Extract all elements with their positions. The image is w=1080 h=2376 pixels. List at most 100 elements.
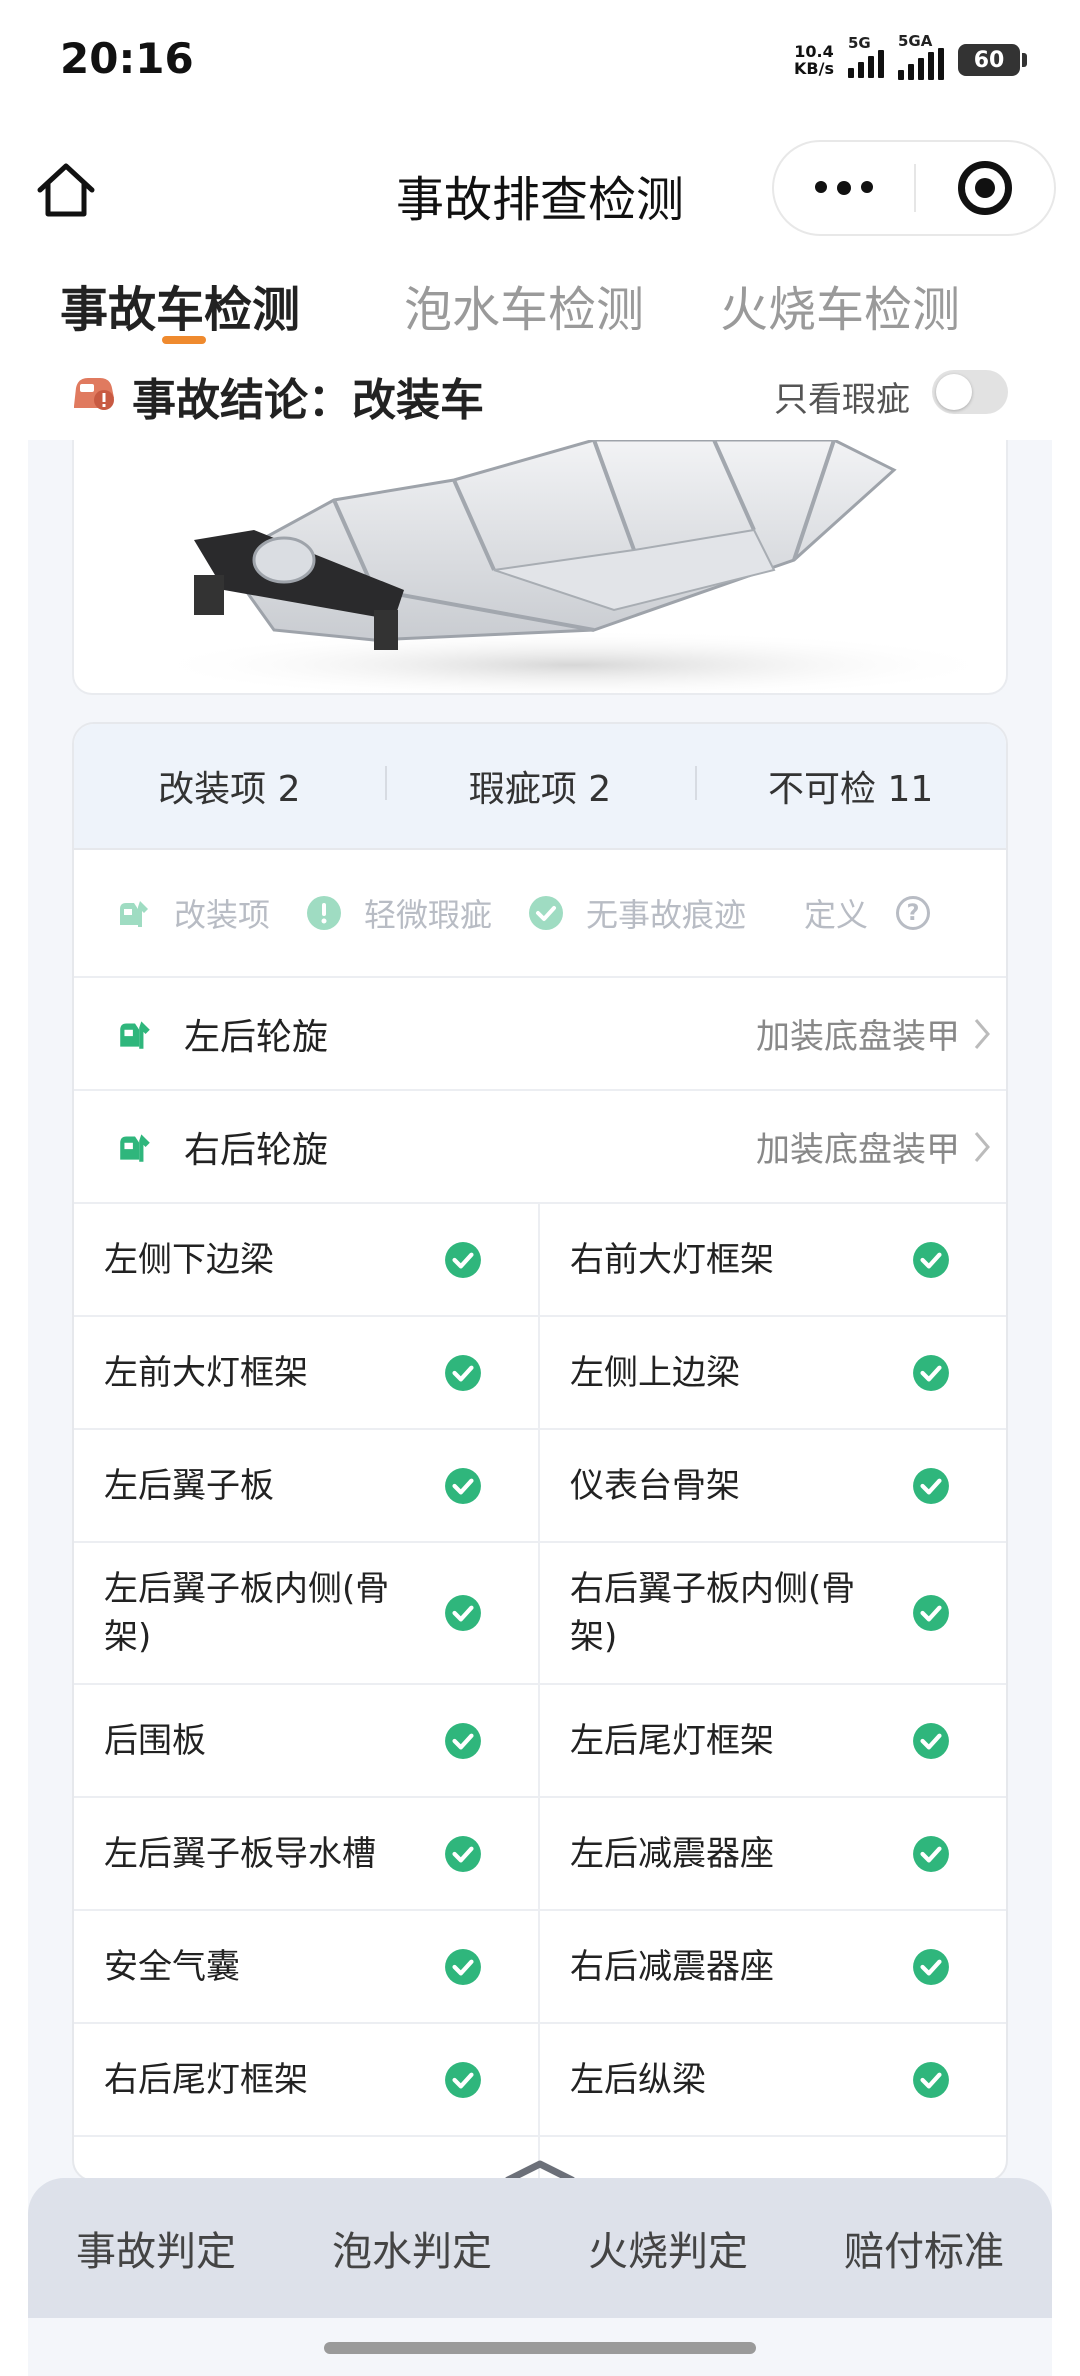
net-speed: 10.4 KB/s [794,43,834,77]
check-item[interactable]: 安全气囊 [74,1911,540,2024]
check-item-label: 仪表台骨架 [570,1465,740,1506]
check-item-label: 左侧下边梁 [104,1239,274,1280]
definition-button[interactable]: 定义 ? [804,890,931,936]
detection-card: 改装项 2 瑕疵项 2 不可检 11 改装项 轻微瑕疵 无事故痕迹 定义 ? 左… [72,722,1008,2182]
check-circle-icon [913,1241,949,1278]
signal-5ga-icon: 5GA [898,32,944,80]
modified-item-name: 右后轮旋 [184,1129,329,1171]
net-speed-value: 10.4 [794,42,834,61]
check-circle-icon [913,1948,949,1985]
check-item[interactable]: 左前大灯框架 [74,1317,540,1430]
check-item[interactable]: 左后翼子板 [74,1430,540,1543]
status-bar: 20:16 10.4 KB/s 5G 5GA 60 [0,0,1080,120]
car-frame-image [72,440,1008,695]
check-item[interactable]: 右后翼子板内侧(骨架) [540,1543,1006,1685]
legend-minor-flaw-label: 轻微瑕疵 [364,896,493,934]
target-icon [957,161,1012,215]
question-circle-icon: ? [896,896,931,930]
check-circle-icon [529,896,564,930]
check-item[interactable]: 左后减震器座 [540,1798,1006,1911]
check-item-label: 右后翼子板内侧(骨架) [570,1569,856,1657]
check-item[interactable]: 右前大灯框架 [540,1204,1006,1317]
check-item-label: 左后尾灯框架 [570,1720,774,1761]
nav-fire-judgement[interactable]: 火烧判定 [540,2219,796,2277]
battery-icon: 60 [958,44,1027,76]
check-item[interactable]: 右后减震器座 [540,1911,1006,2024]
toggle-knob [936,374,972,410]
summary-uncheckable-count[interactable]: 不可检 11 [695,760,1006,812]
conclusion-row: 事故结论：改装车 只看瑕疵 [0,350,1080,440]
definition-label: 定义 [804,896,869,934]
check-item-label: 右后减震器座 [570,1946,774,1987]
check-circle-icon [913,1467,949,1504]
check-item-label: 左后翼子板内侧(骨架) [104,1569,390,1657]
legend-modified: 改装项 [116,890,270,936]
wrench-car-icon [120,1020,150,1049]
check-item[interactable]: 左后翼子板内侧(骨架) [74,1543,540,1685]
only-flaw-toggle[interactable] [932,370,1008,414]
check-item[interactable]: 左后尾灯框架 [540,1685,1006,1798]
nav-compensation-standard[interactable]: 赔付标准 [796,2219,1052,2277]
chevron-right-icon [974,1019,990,1049]
check-circle-icon [913,1595,949,1631]
summary-bar: 改装项 2 瑕疵项 2 不可检 11 [74,724,1006,850]
nav-flood-judgement[interactable]: 泡水判定 [284,2219,540,2277]
check-item-label: 左后翼子板导水槽 [104,1833,376,1874]
check-item[interactable]: 右后尾灯框架 [74,2024,540,2137]
check-item-label: 左后纵梁 [570,2059,706,2100]
tab-accident-check[interactable]: 事故车检测 [60,270,300,340]
check-circle-icon [445,1241,481,1278]
close-target-button[interactable] [916,161,1054,215]
tab-flood-check[interactable]: 泡水车检测 [404,270,644,340]
modified-item-row[interactable]: 左后轮旋 加装底盘装甲 [74,978,1006,1091]
summary-flaw-count[interactable]: 瑕疵项 2 [384,760,696,812]
modified-item-row[interactable]: 右后轮旋 加装底盘装甲 [74,1091,1006,1204]
chevron-right-icon [974,1132,990,1162]
check-item-label: 左侧上边梁 [570,1352,740,1393]
check-circle-icon [445,1948,481,1985]
check-circle-icon [445,1722,481,1759]
wrench-car-icon [120,901,148,927]
check-circle-icon [445,1595,481,1631]
status-icons: 10.4 KB/s 5G 5GA 60 [794,32,1027,82]
check-circle-icon [913,1354,949,1391]
signal-5g-label: 5G [848,34,871,52]
exclamation-circle-icon [307,896,342,930]
check-item[interactable]: 后围板 [74,1685,540,1798]
check-circle-icon [445,1835,481,1872]
summary-modified-count[interactable]: 改装项 2 [74,760,385,812]
clock: 20:16 [60,34,194,83]
tab-fire-check[interactable]: 火烧车检测 [720,270,960,340]
check-circle-icon [445,1354,481,1391]
legend-no-accident: 无事故痕迹 [528,890,746,936]
check-item[interactable]: 仪表台骨架 [540,1430,1006,1543]
check-circle-icon [913,2061,949,2098]
modified-item-value: 加装底盘装甲 [756,1130,960,1170]
check-item-empty [74,2137,540,2180]
check-item[interactable]: 左后纵梁 [540,2024,1006,2137]
car-frame-illustration [144,440,1004,693]
check-item-label: 左前大灯框架 [104,1352,308,1393]
car-warning-icon [74,378,114,410]
legend-no-accident-label: 无事故痕迹 [586,896,747,934]
check-item[interactable]: 左后翼子板导水槽 [74,1798,540,1911]
nav-accident-judgement[interactable]: 事故判定 [28,2219,284,2277]
legend-row: 改装项 轻微瑕疵 无事故痕迹 定义 ? [74,850,1006,978]
modified-item-name: 左后轮旋 [184,1016,329,1058]
check-item-label: 安全气囊 [104,1946,240,1987]
active-tab-indicator [162,336,206,344]
miniprogram-capsule [772,140,1056,236]
check-item-label: 左后减震器座 [570,1833,774,1874]
home-indicator[interactable] [324,2342,756,2354]
more-dots-icon[interactable] [774,181,914,195]
check-circle-icon [445,2061,481,2098]
net-speed-unit: KB/s [794,59,834,78]
bottom-nav: 事故判定 泡水判定 火烧判定 赔付标准 [28,2178,1052,2318]
check-item[interactable]: 左侧下边梁 [74,1204,540,1317]
check-item-label: 右前大灯框架 [570,1239,774,1280]
check-circle-icon [913,1835,949,1872]
accident-conclusion: 事故结论：改装车 [132,375,484,426]
check-item[interactable]: 左侧上边梁 [540,1317,1006,1430]
only-flaw-label: 只看瑕疵 [774,380,910,420]
check-item-label: 左后翼子板 [104,1465,274,1506]
